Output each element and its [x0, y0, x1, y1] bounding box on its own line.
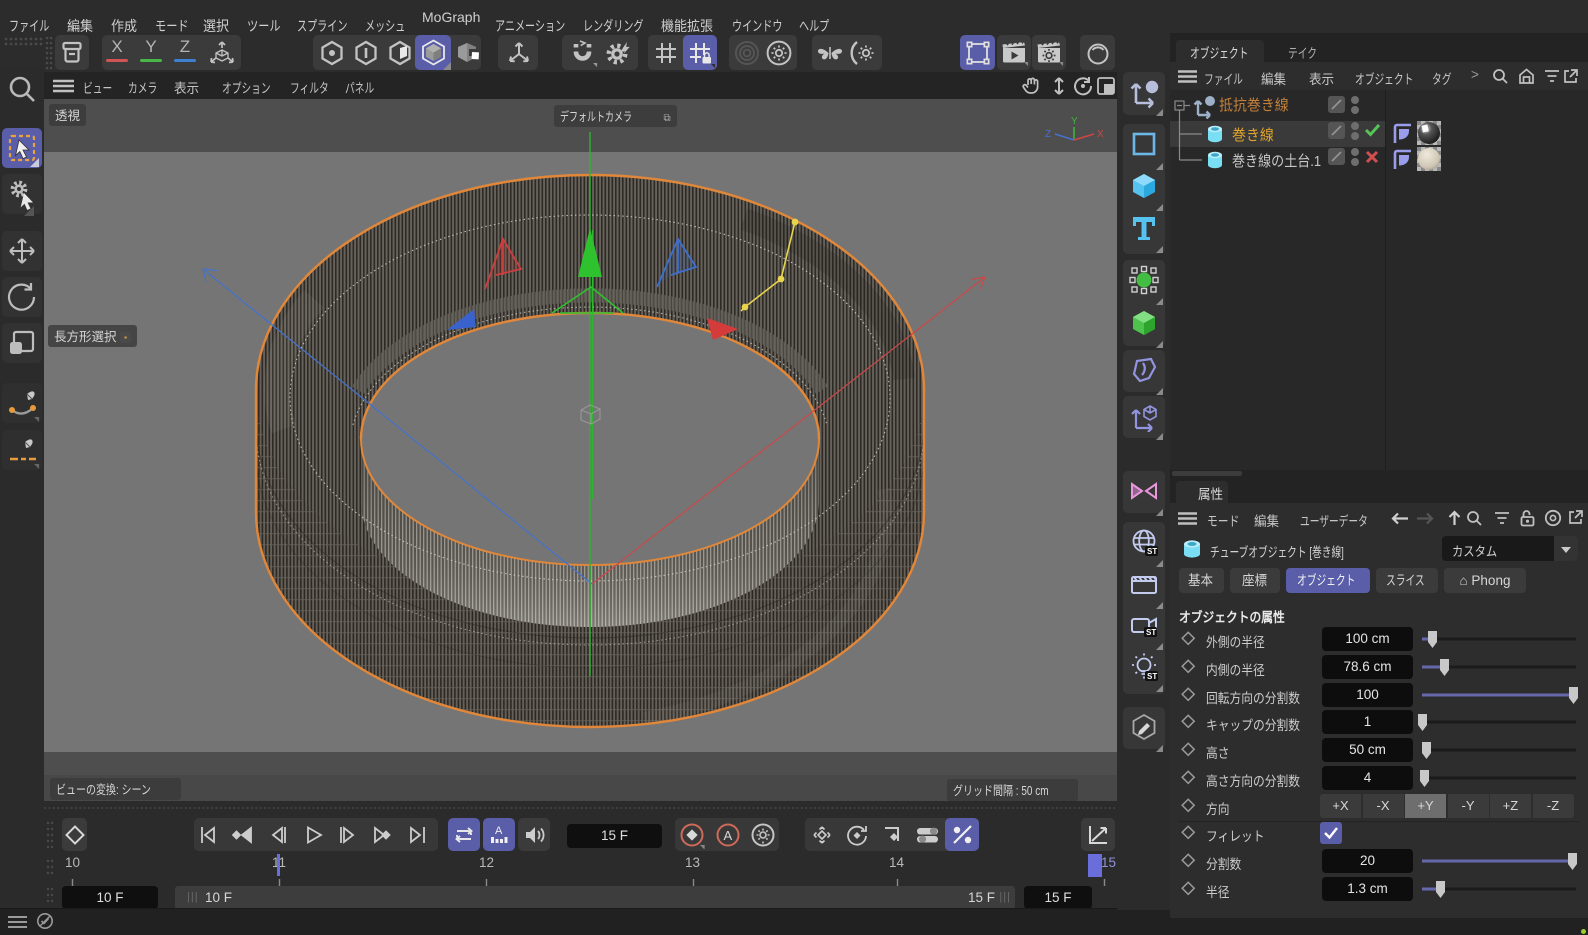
- svg-text:A: A: [495, 825, 503, 837]
- svg-text:A: A: [724, 828, 733, 843]
- svg-text:X: X: [1097, 129, 1104, 140]
- svg-text:Y: Y: [1071, 116, 1078, 127]
- svg-text:Z: Z: [1045, 129, 1051, 140]
